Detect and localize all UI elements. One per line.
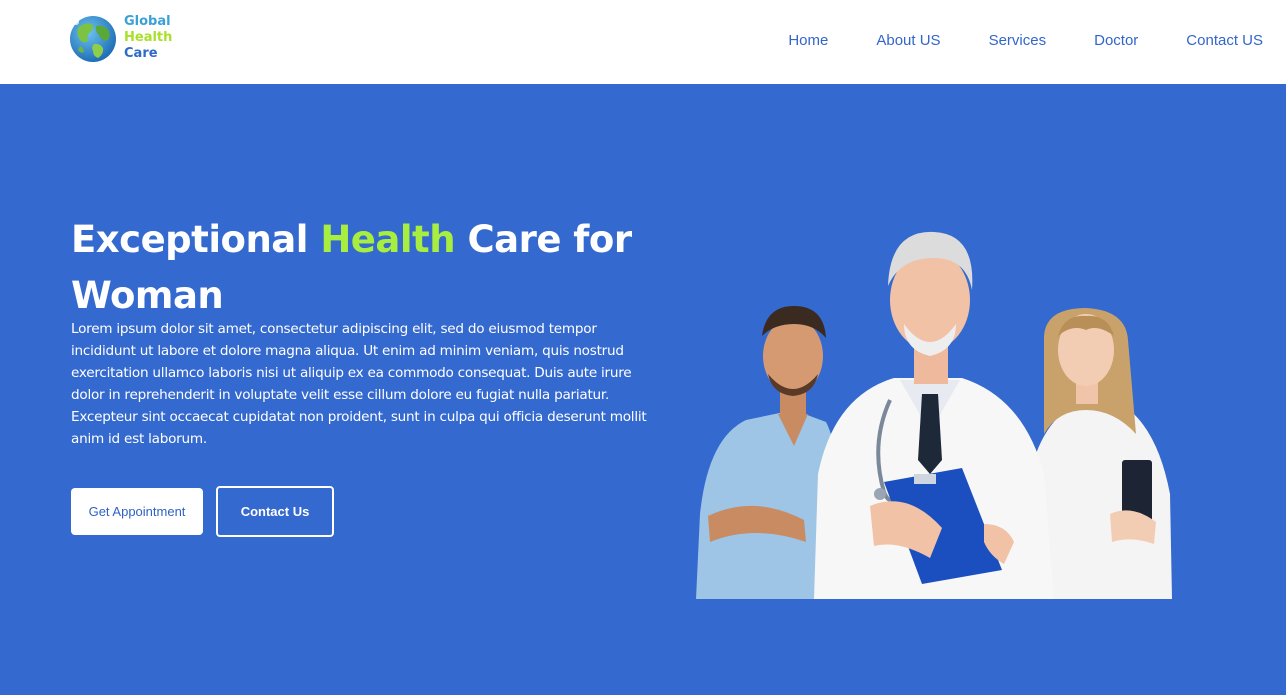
nav-item-contact-us[interactable]: Contact US bbox=[1186, 32, 1263, 50]
nav-item-doctor[interactable]: Doctor bbox=[1094, 32, 1138, 50]
nav-item-home[interactable]: Home bbox=[788, 32, 828, 50]
contact-us-button[interactable]: Contact Us bbox=[216, 486, 334, 537]
navbar: Global Health Care Home About US Service… bbox=[0, 0, 1286, 84]
logo[interactable]: Global Health Care bbox=[64, 10, 184, 68]
doctor-center bbox=[814, 231, 1054, 599]
logo-line-2: Health bbox=[124, 30, 173, 45]
hero-title: Exceptional Health Care for Woman bbox=[71, 212, 651, 324]
logo-text: Global Health Care bbox=[124, 14, 172, 62]
get-appointment-button[interactable]: Get Appointment bbox=[71, 488, 203, 535]
hero-section: Exceptional Health Care for Woman Lorem … bbox=[0, 84, 1286, 695]
nav-item-services[interactable]: Services bbox=[989, 32, 1047, 50]
nav-item-about-us[interactable]: About US bbox=[876, 32, 940, 50]
doctors-image bbox=[696, 231, 1172, 599]
logo-line-1: Global bbox=[124, 14, 171, 29]
hero-title-accent: Health bbox=[320, 218, 456, 261]
main-nav: Home About US Services Doctor Contact US bbox=[788, 32, 1263, 50]
globe-icon bbox=[70, 16, 116, 62]
logo-line-3: Care bbox=[124, 46, 158, 61]
doctor-right bbox=[1030, 308, 1172, 599]
hero-title-part-1: Exceptional bbox=[71, 218, 321, 261]
hero-description: Lorem ipsum dolor sit amet, consectetur … bbox=[71, 321, 647, 447]
